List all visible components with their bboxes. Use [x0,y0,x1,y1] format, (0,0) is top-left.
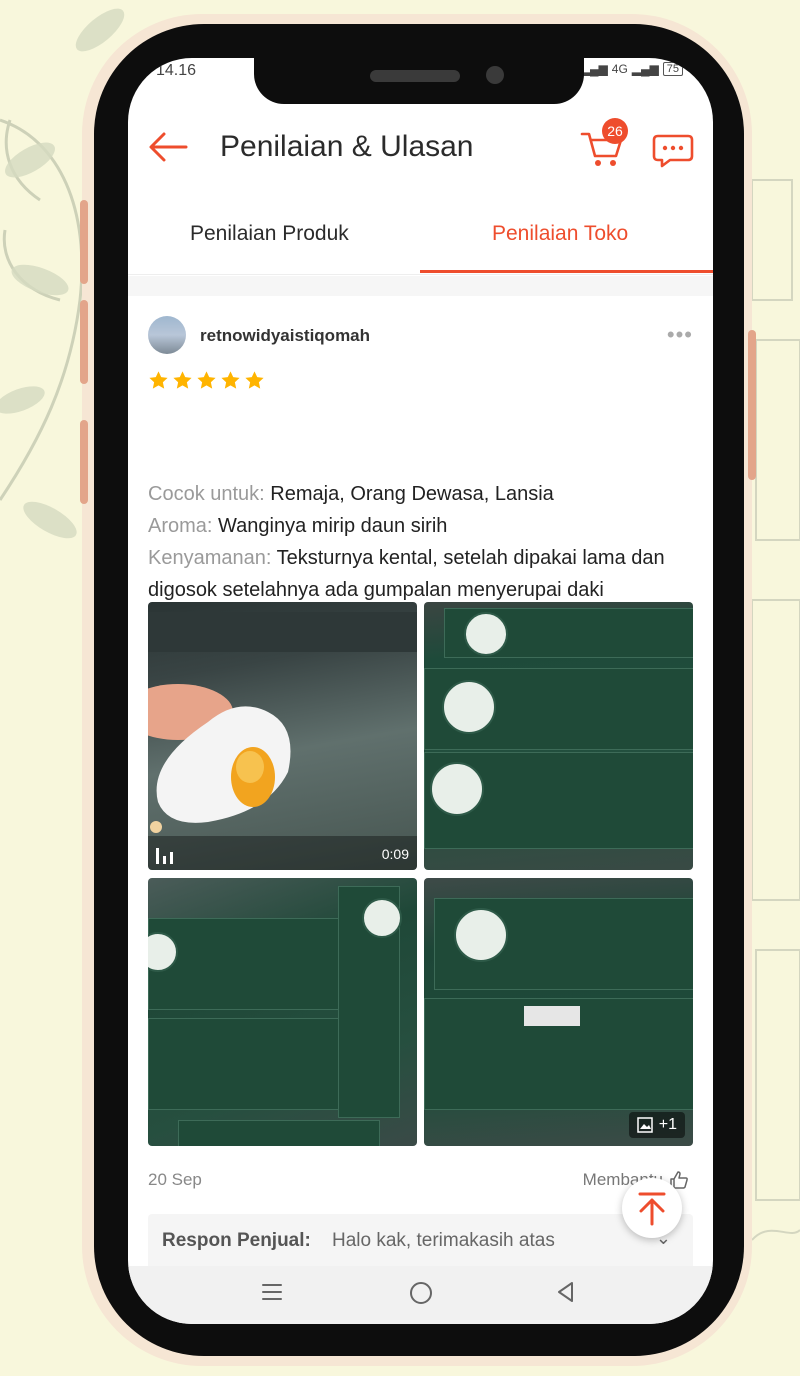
video-icon [156,848,173,864]
section-divider [128,276,713,296]
status-icons: ▂▄▆ 4G ▂▄▆ 75 [581,62,683,76]
reviewer-username[interactable]: retnowidyaistiqomah [200,326,370,346]
product-box [148,1018,350,1110]
star-icon [173,371,192,389]
speaker [370,70,460,82]
review-photo[interactable] [424,602,693,870]
notch [254,58,584,104]
product-logo [430,762,484,816]
tab-penilaian-toko[interactable]: Penilaian Toko [492,222,628,246]
seller-response-label: Respon Penjual: [162,1230,311,1251]
attribute-cocok-untuk: Cocok untuk: Remaja, Orang Dewasa, Lansi… [148,478,693,510]
attribute-kenyamanan: Kenyamanan: Teksturnya kental, setelah d… [148,542,693,606]
side-button [80,420,88,504]
star-icon [149,371,168,389]
back-icon[interactable] [554,1280,578,1304]
active-tab-indicator [420,270,713,273]
attribute-label: Aroma: [148,515,213,537]
review-date: 20 Sep [148,1170,202,1189]
back-arrow-icon[interactable] [148,130,188,164]
avatar[interactable] [148,316,186,354]
home-icon[interactable] [408,1280,434,1306]
tab-bar: Penilaian Produk Penilaian Toko [128,204,713,275]
star-icon [245,371,264,389]
product-logo [362,898,402,938]
review-video-thumbnail[interactable]: 0:09 [148,602,417,870]
signal-icon: ▂▄▆ [631,62,659,76]
review-photo[interactable] [148,878,417,1146]
image-icon [637,1117,653,1133]
attribute-label: Kenyamanan: [148,547,272,569]
star-icon [197,371,216,389]
attribute-label: Cocok untuk: [148,483,265,505]
product-logo [442,680,496,734]
page-title: Penilaian & Ulasan [220,130,474,163]
side-button [80,200,88,284]
menu-icon[interactable] [260,1280,284,1304]
product-box [178,1120,380,1146]
scroll-to-top-button[interactable] [622,1178,682,1238]
review-photo[interactable]: +1 [424,878,693,1146]
star-rating [148,370,265,391]
phone-screen: 14.16 ▂▄▆ 4G ▂▄▆ 75 Penilaian & Ulasan 2… [128,58,713,1324]
product-box [148,918,350,1010]
seller-response-text: Halo kak, terimakasih atas [332,1230,555,1251]
seller-response[interactable]: Respon Penjual: Halo kak, terimakasih at… [148,1214,693,1270]
product-logo [464,612,508,656]
tab-penilaian-produk[interactable]: Penilaian Produk [190,222,349,246]
header: Penilaian & Ulasan 26 [128,114,713,184]
attribute-value: Wanginya mirip daun sirih [218,515,448,537]
status-time: 14.16 [156,62,197,79]
product-logo [454,908,508,962]
scroll-top-icon [638,1192,666,1226]
tube-illustration [148,612,417,833]
front-camera [486,66,504,84]
more-photos-count: +1 [658,1116,677,1133]
attribute-value: Remaja, Orang Dewasa, Lansia [270,483,554,505]
side-button [80,300,88,384]
network-type: 4G [611,62,628,76]
video-overlay [148,836,417,870]
more-dots-icon[interactable]: ••• [667,322,693,348]
signal-icon: ▂▄▆ [580,62,608,76]
attribute-aroma: Aroma: Wanginya mirip daun sirih [148,510,693,542]
more-photos-badge[interactable]: +1 [628,1112,685,1138]
chat-icon[interactable] [652,130,696,170]
star-icon [221,371,240,389]
video-duration: 0:09 [381,846,409,862]
product-label [524,1006,580,1026]
side-button [748,330,756,480]
system-nav-bar [128,1266,713,1324]
cart-badge: 26 [602,118,628,144]
battery-icon: 75 [662,62,683,76]
